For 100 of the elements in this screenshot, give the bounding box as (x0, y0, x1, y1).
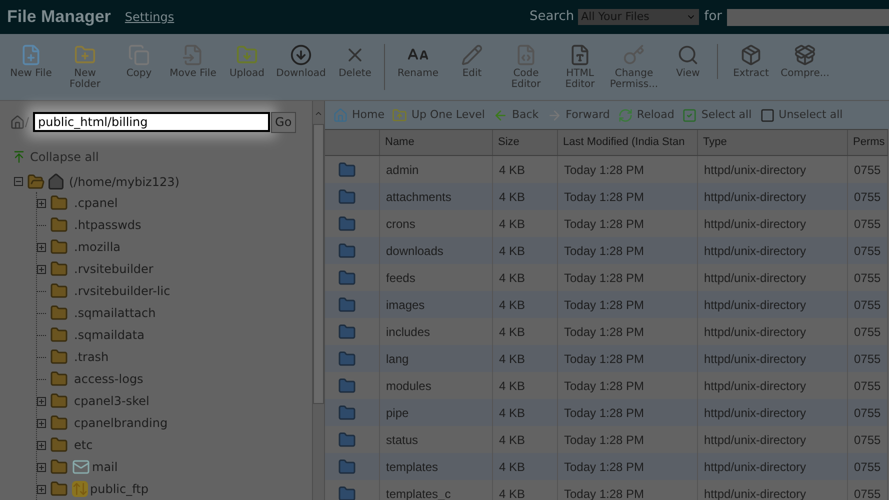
toolbar-button[interactable]: Copy (112, 44, 166, 90)
expand-icon[interactable] (37, 242, 46, 252)
search-field[interactable] (727, 8, 889, 26)
new-file-icon (20, 44, 42, 66)
tree-item[interactable]: cpanel3-skel (74, 392, 150, 410)
folder-icon (338, 188, 356, 206)
reload-icon (618, 108, 633, 122)
scrollbar[interactable] (312, 101, 325, 500)
expand-icon[interactable] (37, 462, 46, 472)
expand-icon[interactable] (37, 198, 46, 208)
toolbar-button[interactable]: Rename (391, 44, 445, 90)
folder-icon (338, 376, 356, 394)
checked-box-icon (682, 108, 698, 122)
folder-icon (338, 322, 356, 340)
expand-icon[interactable] (37, 440, 46, 450)
toolbar-button[interactable]: New Folder (58, 44, 112, 90)
settings-link[interactable]: Settings (124, 8, 174, 26)
expand-icon[interactable] (37, 264, 46, 274)
column-header[interactable]: Last Modified (India Stan (558, 130, 698, 155)
folder-icon (50, 326, 68, 344)
nav-button[interactable]: Up One Level (392, 106, 485, 124)
folder-icon (50, 260, 68, 278)
nav-button[interactable]: Select all (682, 106, 752, 124)
nav-button[interactable]: Unselect all (760, 106, 843, 124)
download-icon (290, 44, 312, 66)
nav-button[interactable]: Home (333, 106, 384, 124)
tree-line (37, 224, 46, 226)
toolbar-button[interactable]: Move File (166, 44, 220, 90)
table-cell: templates_c (380, 480, 493, 500)
toolbar-button[interactable]: Upload (220, 44, 274, 90)
toolbar-button[interactable]: Compre... (778, 44, 832, 79)
tree-item[interactable]: .trash (74, 348, 109, 366)
folder-icon (338, 160, 356, 178)
folder-icon (338, 350, 356, 368)
folder-icon (50, 480, 68, 498)
house-icon (47, 172, 65, 191)
toolbar-button[interactable]: New File (4, 44, 58, 90)
folder-icon (338, 242, 356, 260)
folder-icon (338, 404, 356, 422)
tree-line (37, 290, 46, 292)
folder-icon (50, 392, 68, 410)
column-header[interactable]: Perms (848, 130, 888, 155)
column-header[interactable]: Type (698, 130, 848, 155)
ftp-icon (72, 481, 88, 497)
copy-icon (128, 44, 150, 66)
key-icon (623, 44, 645, 66)
folder-icon (338, 214, 356, 232)
column-header[interactable]: Size (493, 130, 558, 155)
path-field[interactable]: public_html/billing (33, 112, 270, 132)
tree-item[interactable]: public_ftp (90, 480, 148, 498)
tree-item[interactable]: .rvsitebuilder (74, 260, 154, 278)
tree-item[interactable]: .cpanel (74, 194, 118, 212)
folder-icon (338, 430, 356, 448)
expand-icon[interactable] (37, 484, 46, 494)
tree-item[interactable]: .mozilla (74, 238, 120, 256)
html-file-icon (569, 44, 591, 66)
forward-arrow-icon (546, 108, 562, 122)
tree-item[interactable]: .htpasswds (74, 216, 142, 234)
tree-item[interactable]: .rvsitebuilder-lic (74, 282, 170, 300)
folder-icon (50, 436, 68, 454)
tree-line (37, 356, 46, 358)
home-icon (333, 108, 348, 122)
nav-button[interactable]: Reload (618, 106, 674, 124)
toolbar-button[interactable]: Change Permiss... (607, 44, 661, 90)
folder-icon (50, 282, 68, 300)
new-folder-icon (74, 44, 96, 66)
table-cell: 4 KB (493, 480, 558, 500)
toolbar-button[interactable]: Code Editor (499, 44, 553, 90)
nav-button[interactable]: Forward (546, 106, 610, 124)
scroll-up-icon[interactable] (314, 109, 323, 118)
collapse-all-link[interactable]: Collapse all (30, 148, 99, 166)
tree-item[interactable]: access-logs (74, 370, 144, 388)
search-icon (677, 44, 699, 66)
go-button[interactable]: Go (271, 112, 296, 133)
expand-icon[interactable] (37, 396, 46, 406)
column-header[interactable]: Name (380, 130, 493, 155)
scroll-thumb[interactable] (313, 124, 324, 404)
toolbar-button[interactable]: Download (274, 44, 328, 90)
home-icon (10, 114, 25, 130)
search-label: Search (529, 8, 574, 26)
tree-item[interactable]: mail (92, 458, 118, 476)
expand-icon[interactable] (37, 418, 46, 428)
folder-icon (338, 458, 356, 476)
pencil-icon (461, 44, 483, 66)
toolbar-button[interactable]: Extract (724, 44, 778, 79)
tree-item[interactable]: .sqmaildata (74, 326, 144, 344)
toolbar-button[interactable]: Delete (328, 44, 382, 90)
toolbar-button[interactable]: View (661, 44, 715, 90)
tree-line (37, 334, 46, 336)
open-box-icon (794, 44, 816, 66)
collapse-box-icon[interactable] (14, 177, 23, 186)
collapse-icon (12, 150, 26, 164)
tree-item[interactable]: etc (74, 436, 93, 454)
tree-item[interactable]: cpanelbranding (74, 414, 168, 432)
folder-up-icon (392, 108, 408, 122)
tree-root[interactable]: (/home/mybiz123) (69, 172, 180, 191)
nav-button[interactable]: Back (492, 106, 539, 124)
tree-item[interactable]: .sqmailattach (74, 304, 156, 322)
toolbar-button[interactable]: HTML Editor (553, 44, 607, 90)
toolbar-button[interactable]: Edit (445, 44, 499, 90)
